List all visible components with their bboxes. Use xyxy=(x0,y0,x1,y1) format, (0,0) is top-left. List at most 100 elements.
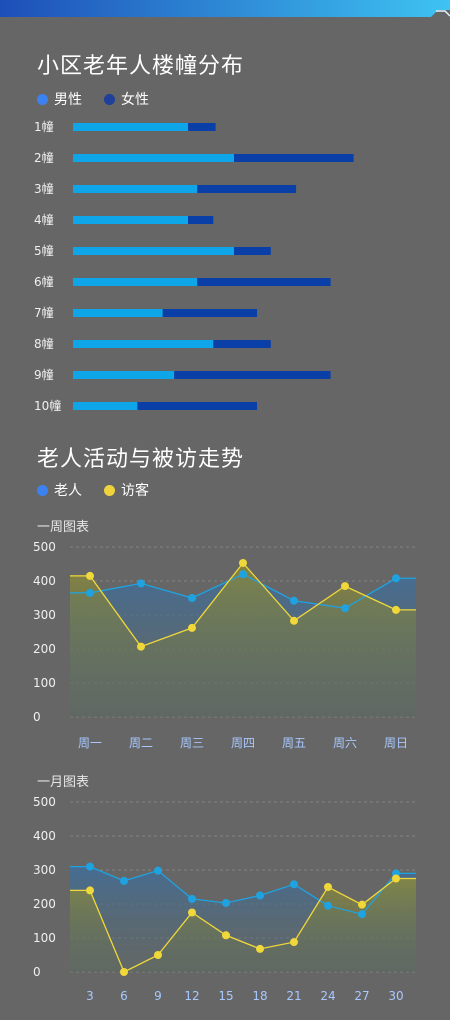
point-visitor[interactable] xyxy=(188,908,196,917)
trend-legend: 老人 访客 xyxy=(37,480,171,500)
bar-male[interactable] xyxy=(73,123,188,131)
bar-female[interactable] xyxy=(137,402,257,410)
bar-female[interactable] xyxy=(234,154,354,162)
x-tick-label: 6 xyxy=(120,989,128,1003)
legend-dot-female xyxy=(104,93,115,105)
bar-category-label: 2幢 xyxy=(34,150,54,165)
bar-female[interactable] xyxy=(234,247,271,255)
point-elder[interactable] xyxy=(188,594,196,602)
bar-male[interactable] xyxy=(73,185,198,193)
y-tick-label: 400 xyxy=(33,829,56,843)
point-visitor[interactable] xyxy=(341,582,349,591)
area-visitor xyxy=(70,562,416,717)
bar-female[interactable] xyxy=(188,216,214,224)
bar-category-label: 1幢 xyxy=(34,119,54,134)
weekly-line-chart: 0 100 200 300 400 500 周一 周二 周三 周四 周五 周六 周日 xyxy=(33,540,416,750)
point-elder[interactable] xyxy=(324,901,332,910)
point-elder[interactable] xyxy=(392,574,400,583)
point-visitor[interactable] xyxy=(86,886,94,895)
point-elder[interactable] xyxy=(358,910,366,919)
bar-category-label: 6幢 xyxy=(34,274,54,289)
point-elder[interactable] xyxy=(290,596,298,605)
point-elder[interactable] xyxy=(290,880,298,889)
y-tick-label: 500 xyxy=(33,795,56,809)
y-tick-label: 100 xyxy=(33,676,56,690)
x-tick-label: 周三 xyxy=(180,736,204,750)
x-tick-label: 9 xyxy=(154,989,162,1003)
x-tick-label: 30 xyxy=(388,989,403,1003)
trend-section-title: 老人活动与被访走势 xyxy=(37,447,245,472)
point-elder[interactable] xyxy=(86,588,94,597)
y-tick-label: 0 xyxy=(33,710,41,724)
bar-female[interactable] xyxy=(197,185,297,193)
point-visitor[interactable] xyxy=(256,944,264,953)
legend-label-visitor: 访客 xyxy=(121,483,149,499)
x-tick-label: 24 xyxy=(320,989,335,1003)
point-elder[interactable] xyxy=(86,862,94,871)
bar-male[interactable] xyxy=(73,371,175,379)
point-elder[interactable] xyxy=(188,894,196,903)
point-visitor[interactable] xyxy=(324,883,332,891)
y-tick-label: 300 xyxy=(33,608,56,622)
y-tick-label: 100 xyxy=(33,931,56,945)
legend-item-female[interactable]: 女性 xyxy=(104,89,149,109)
weekly-chart-title: 一周图表 xyxy=(37,520,90,535)
point-visitor[interactable] xyxy=(86,571,94,580)
point-visitor[interactable] xyxy=(239,558,247,567)
point-elder[interactable] xyxy=(341,604,349,613)
bar-female[interactable] xyxy=(174,371,331,379)
banner-strip xyxy=(0,0,450,17)
y-tick-label: 500 xyxy=(33,540,56,554)
x-tick-label: 周二 xyxy=(129,736,153,750)
point-visitor[interactable] xyxy=(392,874,400,883)
legend-item-elder[interactable]: 老人 xyxy=(37,480,82,500)
point-visitor[interactable] xyxy=(222,931,230,940)
bar-male[interactable] xyxy=(73,247,234,255)
legend-item-male[interactable]: 男性 xyxy=(37,89,82,109)
bar-male[interactable] xyxy=(73,216,188,224)
point-visitor[interactable] xyxy=(358,900,366,909)
bar-male[interactable] xyxy=(73,278,198,286)
bar-category-label: 8幢 xyxy=(34,336,54,351)
point-visitor[interactable] xyxy=(290,616,298,625)
point-elder[interactable] xyxy=(137,579,145,588)
x-tick-label: 15 xyxy=(218,989,233,1003)
point-visitor[interactable] xyxy=(290,938,298,947)
legend-item-visitor[interactable]: 访客 xyxy=(104,480,149,500)
monthly-line-chart: 0 100 200 300 400 500 3 6 9 12 15 18 21 24 27 30 xyxy=(33,795,416,1003)
x-tick-label: 12 xyxy=(184,989,199,1003)
bar-male[interactable] xyxy=(73,154,234,162)
point-elder[interactable] xyxy=(120,876,128,885)
bar-female[interactable] xyxy=(188,123,216,131)
bar-male[interactable] xyxy=(73,309,163,317)
bar-female[interactable] xyxy=(197,278,331,286)
x-tick-label: 27 xyxy=(354,989,369,1003)
point-elder[interactable] xyxy=(239,570,247,579)
point-visitor[interactable] xyxy=(137,642,145,651)
legend-label-female: 女性 xyxy=(121,92,149,108)
x-tick-label: 周一 xyxy=(78,736,102,750)
bar-female[interactable] xyxy=(213,340,271,348)
bar-category-label: 9幢 xyxy=(34,367,54,382)
legend-dot-visitor xyxy=(104,484,115,496)
point-visitor[interactable] xyxy=(120,968,128,976)
point-elder[interactable] xyxy=(154,866,162,875)
point-elder[interactable] xyxy=(222,898,230,907)
bar-category-label: 10幢 xyxy=(34,398,61,413)
bar-male[interactable] xyxy=(73,340,214,348)
bar-female[interactable] xyxy=(162,309,257,317)
x-tick-label: 周六 xyxy=(333,736,357,750)
point-elder[interactable] xyxy=(256,891,264,900)
bar-male[interactable] xyxy=(73,402,138,410)
x-tick-label: 3 xyxy=(86,989,94,1003)
bar-category-label: 4幢 xyxy=(34,212,54,227)
point-visitor[interactable] xyxy=(392,605,400,614)
bar-legend: 男性 女性 xyxy=(37,89,171,109)
point-visitor[interactable] xyxy=(154,951,162,959)
y-tick-label: 0 xyxy=(33,965,41,979)
y-tick-label: 400 xyxy=(33,574,56,588)
x-tick-label: 周四 xyxy=(231,736,255,750)
legend-dot-male xyxy=(37,93,48,105)
point-visitor[interactable] xyxy=(188,623,196,632)
legend-dot-elder xyxy=(37,484,48,496)
